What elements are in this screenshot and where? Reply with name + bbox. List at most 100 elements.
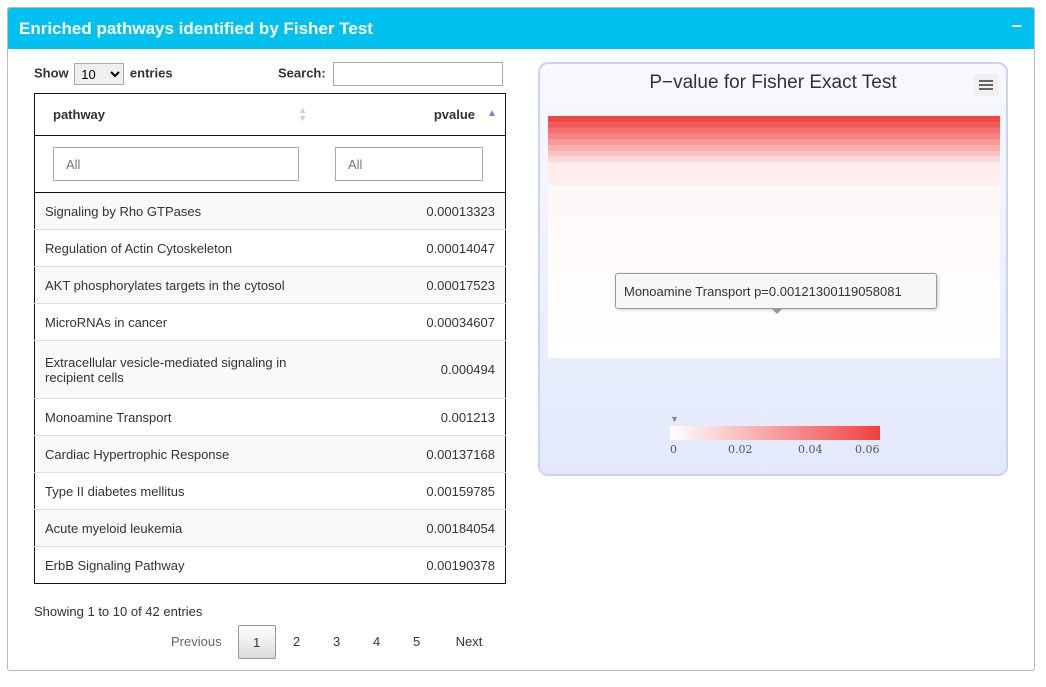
color-legend-bar — [670, 426, 880, 440]
box-header: Enriched pathways identified by Fisher T… — [8, 8, 1034, 49]
entries-length-control: Show 10 entries — [34, 63, 173, 85]
heatmap-cell[interactable] — [548, 116, 1000, 123]
table-row[interactable]: ErbB Signaling Pathway 0.00190378 — [34, 546, 506, 584]
table-row[interactable]: Monoamine Transport 0.001213 — [34, 398, 506, 436]
search-control: Search: — [278, 62, 504, 86]
page-button-3[interactable]: 3 — [318, 625, 356, 659]
page-button-2[interactable]: 2 — [278, 625, 316, 659]
heatmap-cell[interactable] — [548, 346, 1000, 353]
pvalue-cell: 0.00184054 — [317, 509, 506, 547]
heatmap-cell[interactable] — [548, 121, 1000, 129]
chart-menu-button[interactable] — [974, 74, 998, 96]
column-header-pathway[interactable]: pathway ▲ ▼ — [34, 93, 317, 136]
heatmap-cell[interactable] — [548, 139, 1000, 146]
pathway-cell: ErbB Signaling Pathway — [34, 546, 317, 584]
column-label: pvalue — [433, 107, 475, 122]
search-input[interactable] — [333, 62, 504, 86]
heatmap-cell[interactable] — [548, 231, 1000, 238]
show-label: Show — [34, 65, 69, 81]
table-row[interactable]: Type II diabetes mellitus 0.00159785 — [34, 472, 506, 510]
table-row[interactable]: Acute myeloid leukemia 0.00184054 — [34, 509, 506, 547]
legend-tick: 0.06 — [855, 443, 880, 456]
pvalue-cell: 0.00137168 — [317, 435, 506, 473]
pathway-cell: Extracellular vesicle-mediated signaling… — [34, 340, 317, 399]
pathway-cell: Signaling by Rho GTPases — [34, 192, 317, 230]
page-button-4[interactable]: 4 — [358, 625, 396, 659]
heatmap-cell[interactable] — [548, 185, 1000, 192]
pathway-cell: Cardiac Hypertrophic Response — [34, 435, 317, 473]
pvalue-cell: 0.00014047 — [317, 229, 506, 267]
heatmap-cell[interactable] — [548, 213, 1000, 221]
heatmap-cell[interactable] — [548, 173, 1000, 180]
previous-button[interactable]: Previous — [162, 625, 231, 659]
pvalue-cell: 0.001213 — [317, 398, 506, 436]
heatmap-cell[interactable] — [548, 323, 1000, 330]
chart-title: P−value for Fisher Exact Test — [649, 72, 897, 93]
table-row[interactable]: Regulation of Actin Cytoskeleton 0.000140… — [34, 229, 506, 267]
next-button[interactable]: Next — [447, 625, 492, 659]
legend-tick: 0.04 — [798, 443, 823, 456]
pvalue-cell: 0.000494 — [317, 340, 506, 399]
pathway-filter-input[interactable] — [53, 147, 299, 181]
entries-label: entries — [129, 65, 173, 81]
pvalue-cell: 0.00013323 — [317, 192, 506, 230]
heatmap-cell[interactable] — [548, 248, 1000, 255]
legend-marker-icon: ▼ — [670, 414, 679, 424]
table-row[interactable]: Signaling by Rho GTPases 0.00013323 — [34, 192, 506, 230]
heatmap-cell[interactable] — [548, 260, 1000, 267]
filter-cell-pathway — [34, 135, 317, 193]
heatmap-cell[interactable] — [548, 179, 1000, 186]
heatmap-cell[interactable] — [548, 225, 1000, 232]
pathway-cell: Type II diabetes mellitus — [34, 472, 317, 510]
heatmap-cell[interactable] — [548, 340, 1000, 347]
heatmap-cell[interactable] — [548, 242, 1000, 250]
heatmap-cell[interactable] — [548, 208, 1000, 215]
column-header-pvalue[interactable]: pvalue ▲ — [317, 93, 506, 136]
table-row[interactable]: MicroRNAs in cancer 0.00034607 — [34, 303, 506, 341]
heatmap-cell[interactable] — [548, 317, 1000, 324]
heatmap-cell[interactable] — [548, 254, 1000, 261]
hamburger-icon — [979, 80, 993, 82]
legend-tick: 0 — [670, 443, 677, 456]
heatmap-plot[interactable] — [548, 116, 1000, 358]
hamburger-icon — [979, 84, 993, 86]
heatmap-cell[interactable] — [548, 196, 1000, 203]
table-row[interactable]: Cardiac Hypertrophic Response 0.00137168 — [34, 435, 506, 473]
heatmap-chart: P−value for Fisher Exact Test Monoamine … — [538, 62, 1008, 476]
heatmap-cell[interactable] — [548, 156, 1000, 163]
pathway-cell: Acute myeloid leukemia — [34, 509, 317, 547]
pvalue-filter-input[interactable] — [335, 147, 483, 181]
filter-cell-pvalue — [317, 135, 506, 193]
pagination: Previous 1 2 3 4 5 Next — [162, 625, 491, 659]
table-row[interactable]: Extracellular vesicle-mediated signaling… — [34, 340, 506, 399]
pvalue-cell: 0.00034607 — [317, 303, 506, 341]
heatmap-cell[interactable] — [548, 265, 1000, 273]
pathway-cell: AKT phosphorylates targets in the cytoso… — [34, 266, 317, 304]
heatmap-cell[interactable] — [548, 144, 1000, 152]
page-button-5[interactable]: 5 — [398, 625, 436, 659]
heatmap-cell[interactable] — [548, 329, 1000, 336]
heatmap-cell[interactable] — [548, 150, 1000, 157]
pathway-table: pathway ▲▼ pvalue ▲ Signaling by Rho GTP… — [34, 93, 506, 584]
entries-select[interactable]: 10 — [74, 63, 125, 85]
heatmap-cell[interactable] — [548, 162, 1000, 169]
fisher-test-box: Enriched pathways identified by Fisher T… — [7, 7, 1035, 671]
heatmap-cell[interactable] — [548, 202, 1000, 209]
pvalue-cell: 0.00159785 — [317, 472, 506, 510]
pvalue-cell: 0.00017523 — [317, 266, 506, 304]
heatmap-cell[interactable] — [548, 334, 1000, 342]
table-info: Showing 1 to 10 of 42 entries — [34, 604, 203, 619]
collapse-button[interactable]: − — [1011, 16, 1022, 37]
pathway-cell: Monoamine Transport — [34, 398, 317, 436]
heatmap-cell[interactable] — [548, 133, 1000, 140]
page-button-1[interactable]: 1 — [237, 625, 276, 659]
heatmap-cell[interactable] — [548, 127, 1000, 134]
table-row[interactable]: AKT phosphorylates targets in the cytoso… — [34, 266, 506, 304]
heatmap-cell[interactable] — [548, 190, 1000, 198]
heatmap-cell[interactable] — [548, 167, 1000, 175]
heatmap-cell[interactable] — [548, 352, 1000, 358]
hamburger-icon — [979, 88, 993, 90]
sort-ascending-icon: ▲ — [487, 108, 497, 119]
heatmap-cell[interactable] — [548, 237, 1000, 244]
heatmap-cell[interactable] — [548, 219, 1000, 226]
